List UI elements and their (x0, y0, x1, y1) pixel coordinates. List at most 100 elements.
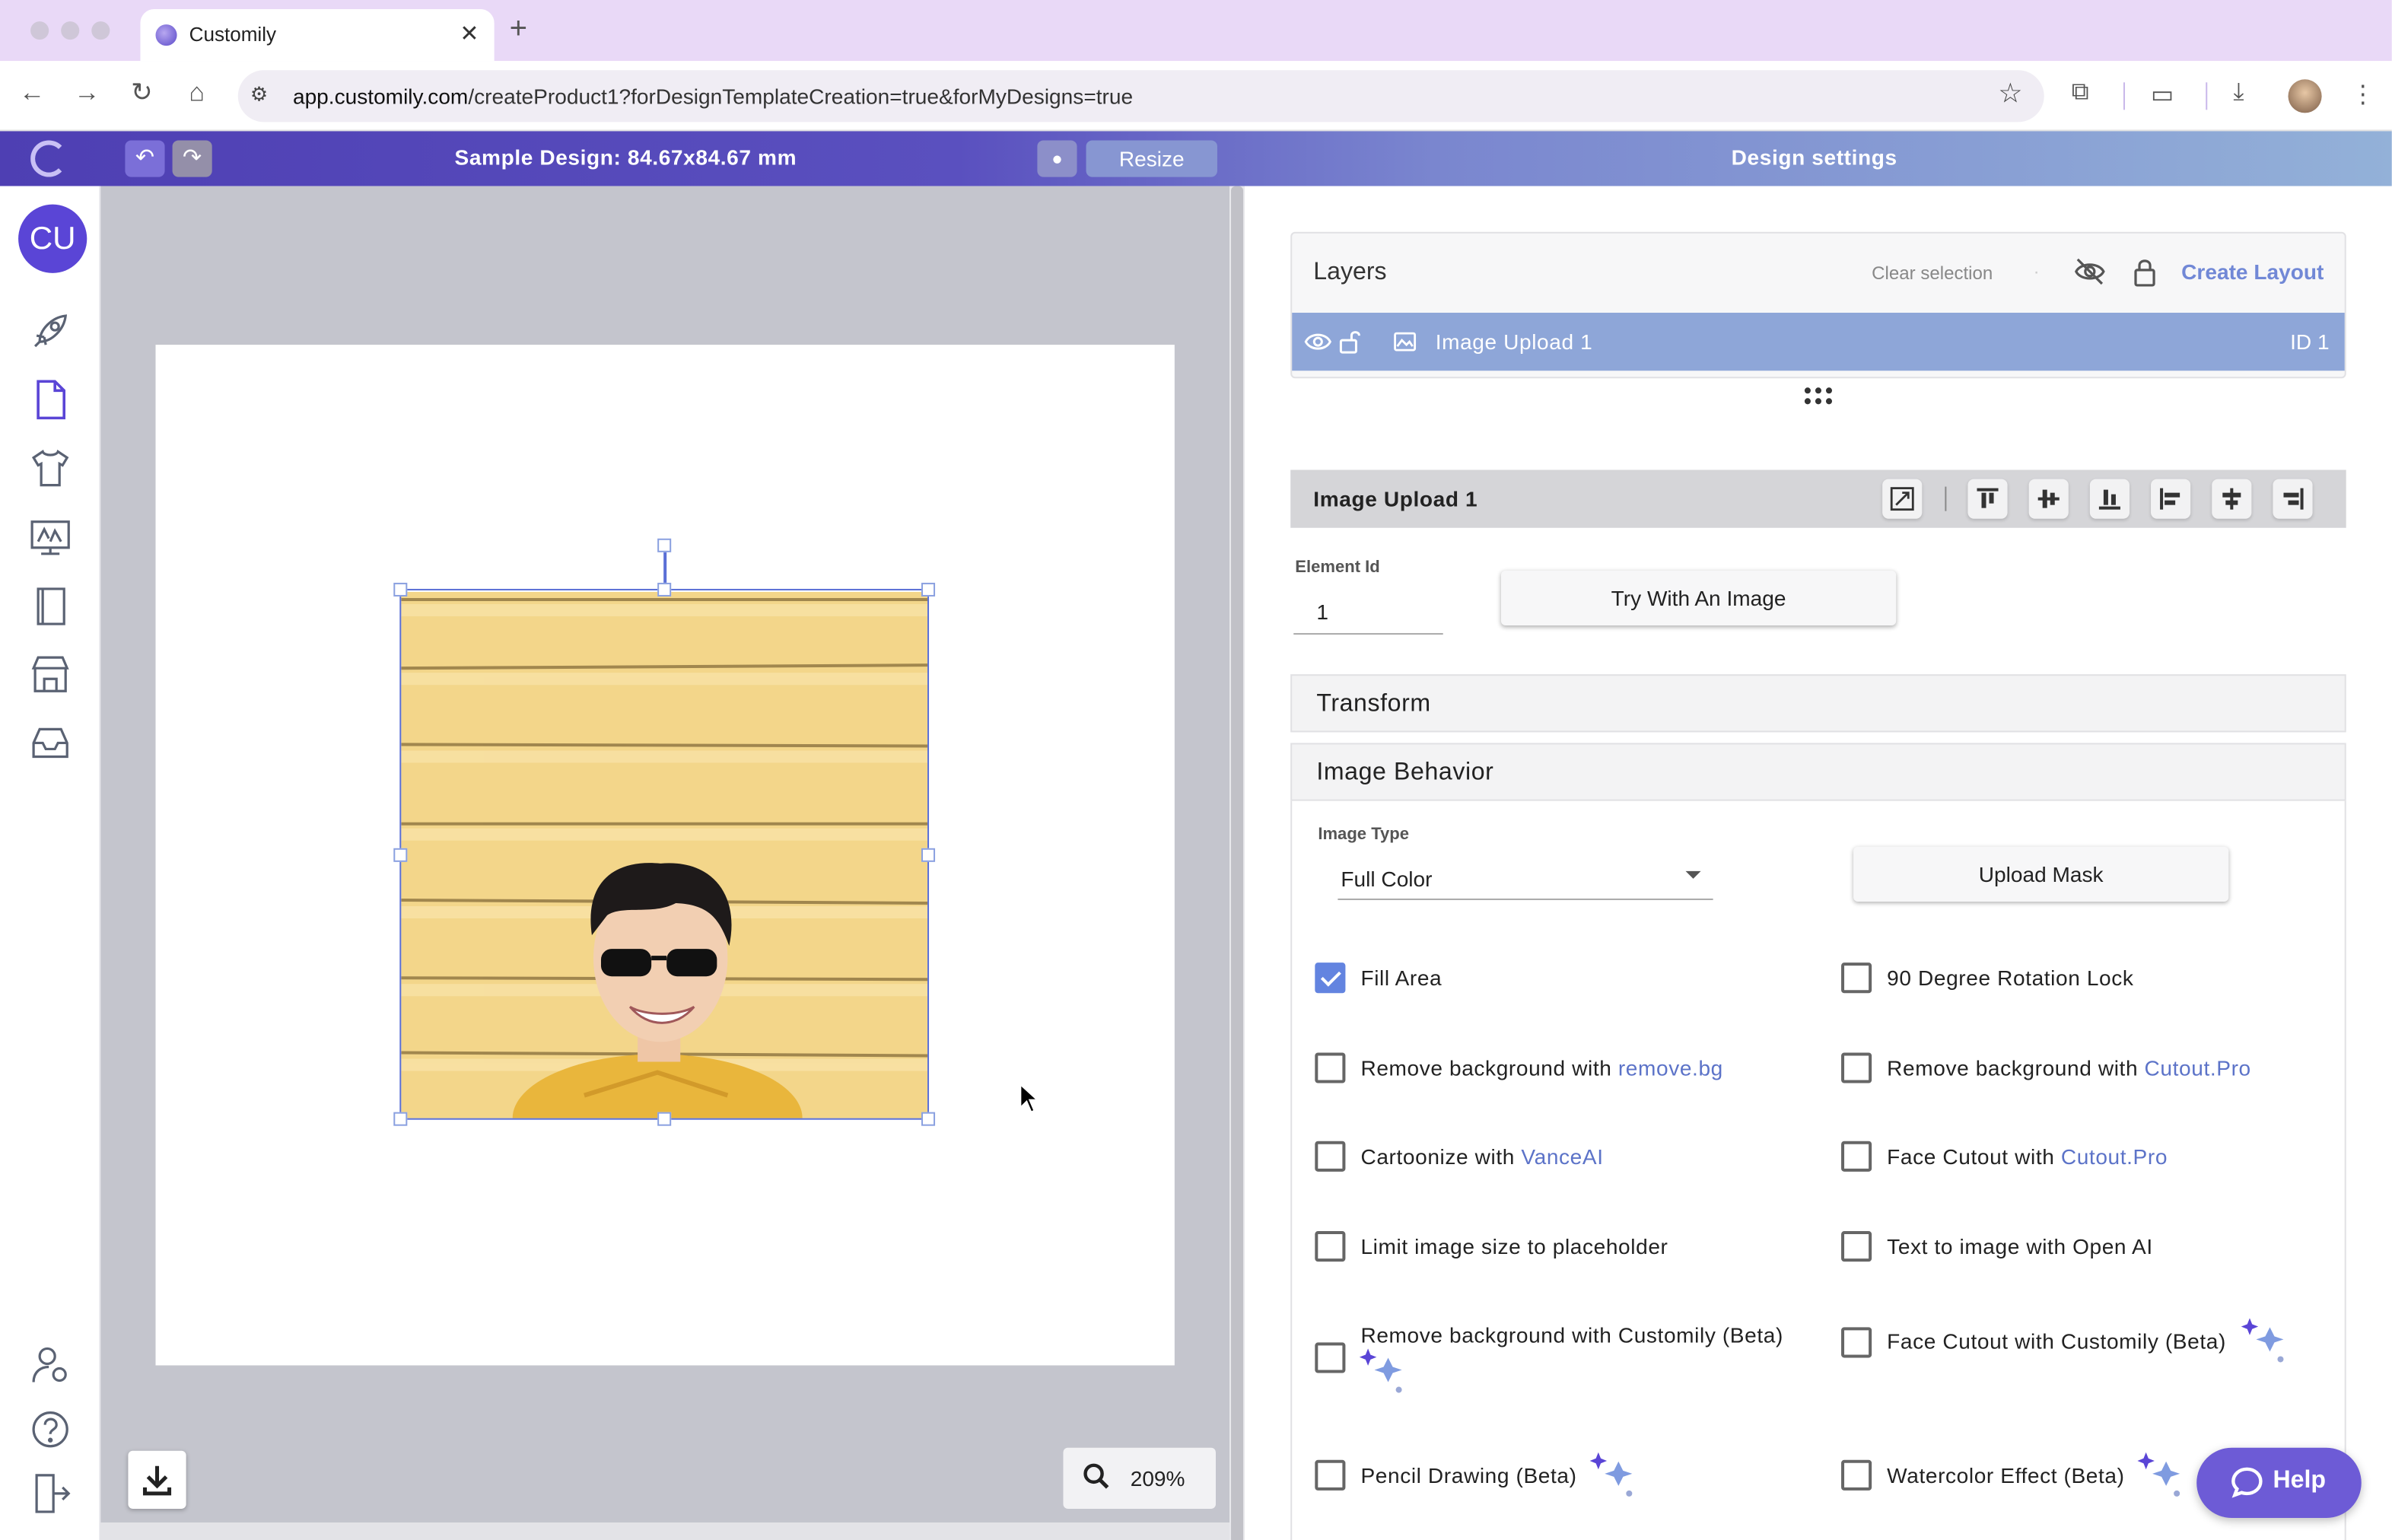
profile-avatar[interactable] (2288, 79, 2322, 113)
customily-logo-icon[interactable] (30, 140, 68, 177)
align-top-icon[interactable] (1967, 479, 2008, 519)
logout-icon[interactable] (27, 1471, 73, 1516)
layer-unlock-icon[interactable] (1338, 329, 1362, 361)
new-tab-icon[interactable]: + (510, 12, 527, 47)
layer-visibility-eye-icon[interactable] (1304, 331, 1332, 360)
resize-handle-bottom-right[interactable] (921, 1112, 936, 1126)
cutoutpro-link[interactable]: Cutout.Pro (2145, 1055, 2251, 1080)
resize-button[interactable]: Resize (1086, 140, 1217, 177)
customily-favicon-icon (155, 24, 177, 46)
customily-face-checkbox[interactable] (1841, 1327, 1872, 1358)
customily-bg-checkbox[interactable] (1315, 1342, 1346, 1373)
watercolor-checkbox[interactable] (1841, 1459, 1872, 1491)
canvas-print-icon[interactable] (27, 514, 73, 560)
canvas-horizontal-scrollbar[interactable] (100, 1522, 1230, 1540)
url-text[interactable]: app.customily.com/createProduct1?forDesi… (293, 84, 1133, 108)
browser-menu-icon[interactable]: ⋮ (2351, 79, 2375, 110)
window-close-dot[interactable] (30, 21, 49, 40)
tab-title: Customily (189, 23, 277, 46)
tag-icon[interactable]: ● (1037, 140, 1077, 177)
scrollbar-thumb[interactable] (1231, 186, 1244, 1540)
user-settings-icon[interactable] (27, 1342, 73, 1388)
image-type-select[interactable]: Full Color (1338, 858, 1713, 900)
book-icon[interactable] (27, 583, 73, 628)
element-id-field[interactable] (1293, 588, 1443, 635)
cartoonize-label: Cartoonize with VanceAI (1360, 1144, 1604, 1169)
inbox-icon[interactable] (27, 720, 73, 765)
cartoonize-checkbox[interactable] (1315, 1141, 1346, 1172)
align-left-icon[interactable] (2151, 479, 2191, 519)
resize-handle-bottom-left[interactable] (393, 1112, 408, 1126)
resize-handle-top[interactable] (657, 582, 672, 597)
resize-handle-left[interactable] (393, 848, 408, 862)
user-avatar[interactable]: CU (18, 204, 87, 273)
upload-mask-button[interactable]: Upload Mask (1853, 846, 2229, 902)
removebg-link[interactable]: remove.bg (1618, 1055, 1723, 1080)
bookmark-star-icon[interactable]: ☆ (1998, 78, 2022, 110)
resize-handle-bottom[interactable] (657, 1112, 672, 1126)
tshirt-icon[interactable] (27, 445, 73, 491)
pencil-label: Pencil Drawing (Beta) (1360, 1462, 1577, 1488)
hide-all-eye-off-icon[interactable] (2073, 255, 2107, 296)
ai-sparkle-icon (1357, 1348, 1403, 1394)
create-layout-link[interactable]: Create Layout (2181, 259, 2324, 284)
reload-icon[interactable]: ↻ (125, 78, 158, 108)
clear-selection-link[interactable]: Clear selection (1872, 262, 1993, 284)
rotation-handle[interactable] (657, 538, 672, 552)
resize-handle-right[interactable] (921, 848, 936, 862)
lock-icon[interactable] (2131, 255, 2158, 296)
site-settings-icon[interactable]: ⚙ (250, 82, 268, 107)
fit-to-canvas-icon[interactable] (1882, 479, 1923, 519)
element-id-label: Element Id (1295, 558, 1380, 577)
removebg-checkbox[interactable] (1315, 1052, 1346, 1083)
layer-name: Image Upload 1 (1435, 329, 1593, 355)
vanceai-link[interactable]: VanceAI (1521, 1144, 1603, 1169)
window-zoom-dot[interactable] (91, 21, 110, 40)
resize-handle-top-left[interactable] (393, 582, 408, 597)
align-right-icon[interactable] (2273, 479, 2313, 519)
cutoutpro-face-link[interactable]: Cutout.Pro (2061, 1144, 2168, 1169)
browser-tab[interactable]: Customily ✕ (140, 9, 495, 62)
zoom-control[interactable]: 209% (1063, 1447, 1216, 1509)
text-to-image-checkbox[interactable] (1841, 1231, 1872, 1262)
download-icon (142, 1465, 172, 1496)
rotation-lock-checkbox[interactable] (1841, 963, 1872, 994)
face-cutout-pro-checkbox[interactable] (1841, 1141, 1872, 1172)
help-circle-icon[interactable] (27, 1407, 73, 1452)
tab-search-icon[interactable]: ▭ (2151, 79, 2174, 110)
try-with-image-button[interactable]: Try With An Image (1500, 570, 1897, 626)
resize-handle-top-right[interactable] (921, 582, 936, 597)
removebg-label: Remove background with remove.bg (1360, 1055, 1723, 1080)
toolbar-divider (1945, 486, 1947, 511)
fill-area-checkbox[interactable] (1315, 963, 1346, 994)
home-icon[interactable]: ⌂ (180, 78, 214, 108)
redo-button[interactable]: ↷ (172, 140, 212, 177)
browser-toolbar: ← → ↻ ⌂ ⚙ app.customily.com/createProduc… (0, 61, 2392, 132)
undo-button[interactable]: ↶ (125, 140, 165, 177)
back-icon[interactable]: ← (15, 78, 49, 108)
tab-close-icon[interactable]: ✕ (460, 20, 479, 47)
help-button[interactable]: Help (2196, 1447, 2362, 1518)
align-bottom-icon[interactable] (2089, 479, 2130, 519)
pencil-checkbox[interactable] (1315, 1459, 1346, 1491)
canvas-vertical-scrollbar[interactable] (1229, 186, 1245, 1540)
limit-size-checkbox[interactable] (1315, 1231, 1346, 1262)
zoom-level: 209% (1130, 1465, 1185, 1491)
extensions-icon[interactable]: ⧉ (2072, 79, 2089, 107)
image-behavior-section-header[interactable]: Image Behavior (1290, 743, 2346, 801)
downloads-icon[interactable]: ⤓ (2233, 79, 2244, 107)
download-button[interactable] (128, 1450, 186, 1509)
cutoutpro-bg-checkbox[interactable] (1841, 1052, 1872, 1083)
ai-sparkle-icon (2136, 1452, 2181, 1498)
panel-resize-dots-icon[interactable] (1803, 386, 1834, 415)
address-bar[interactable]: ⚙ app.customily.com/createProduct1?forDe… (237, 70, 2044, 123)
transform-section-header[interactable]: Transform (1290, 674, 2346, 733)
rocket-icon[interactable] (27, 308, 73, 354)
layer-row-selected[interactable]: Image Upload 1 ID 1 (1292, 313, 2345, 371)
forward-icon[interactable]: → (70, 78, 103, 108)
store-icon[interactable] (27, 651, 73, 697)
document-icon[interactable] (27, 377, 73, 422)
align-horizontal-center-icon[interactable] (2212, 479, 2252, 519)
align-vertical-center-icon[interactable] (2028, 479, 2069, 519)
window-minimize-dot[interactable] (61, 21, 80, 40)
